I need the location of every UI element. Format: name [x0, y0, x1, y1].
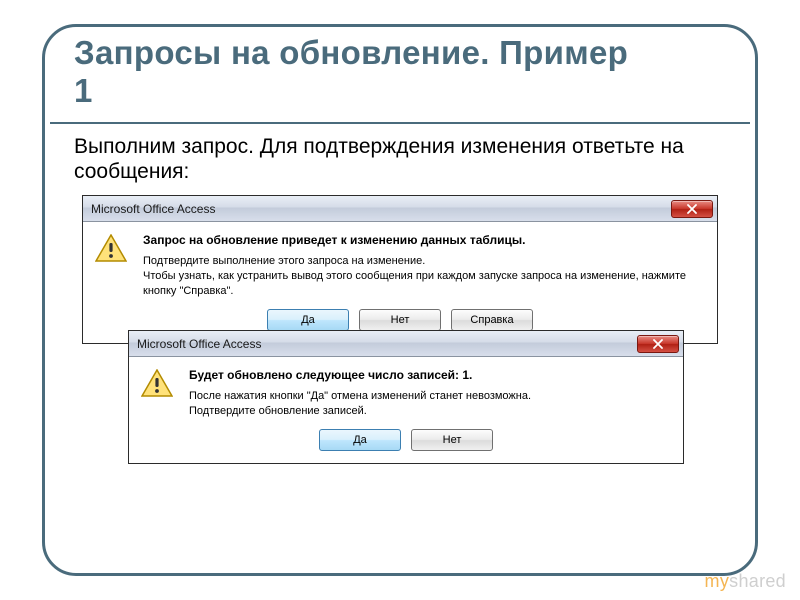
- title-wrap: Запросы на обновление. Пример 1: [74, 34, 634, 110]
- dialog-2-body: Будет обновлено следующее число записей:…: [129, 357, 683, 423]
- watermark-rest: shared: [729, 571, 786, 591]
- dialog-2-title: Microsoft Office Access: [137, 337, 637, 351]
- dialog-2-message: Будет обновлено следующее число записей:…: [189, 367, 671, 419]
- dialog-1-message: Запрос на обновление приведет к изменени…: [143, 232, 705, 299]
- dialog-1-line-2: Чтобы узнать, как устранить вывод этого …: [143, 269, 705, 299]
- dialog-1-line-1: Подтвердите выполнение этого запроса на …: [143, 254, 705, 269]
- dialog-2-titlebar: Microsoft Office Access: [129, 331, 683, 357]
- close-button[interactable]: [671, 200, 713, 218]
- dialog-1-body: Запрос на обновление приведет к изменени…: [83, 222, 717, 303]
- warning-icon: [95, 234, 127, 262]
- yes-button[interactable]: Да: [319, 429, 401, 451]
- close-icon: [687, 204, 697, 214]
- yes-button[interactable]: Да: [267, 309, 349, 331]
- close-icon: [653, 339, 663, 349]
- dialog-1-titlebar: Microsoft Office Access: [83, 196, 717, 222]
- slide-body-text: Выполним запрос. Для подтверждения измен…: [74, 134, 694, 184]
- warning-icon: [141, 369, 173, 397]
- no-button[interactable]: Нет: [359, 309, 441, 331]
- dialog-1-title: Microsoft Office Access: [91, 202, 671, 216]
- dialog-2-buttons: Да Нет: [129, 423, 683, 463]
- slide: Запросы на обновление. Пример 1 Выполним…: [0, 0, 800, 600]
- no-button[interactable]: Нет: [411, 429, 493, 451]
- horizontal-rule: [50, 122, 750, 124]
- dialog-1-heading: Запрос на обновление приведет к изменени…: [143, 232, 705, 248]
- help-button[interactable]: Справка: [451, 309, 533, 331]
- close-button[interactable]: [637, 335, 679, 353]
- dialog-2-heading: Будет обновлено следующее число записей:…: [189, 367, 671, 383]
- dialog-1-icon-cell: [95, 232, 131, 299]
- dialog-2: Microsoft Office Access Будет обновлено …: [128, 330, 684, 464]
- dialog-2-icon-cell: [141, 367, 177, 419]
- dialog-1: Microsoft Office Access Запрос на обновл…: [82, 195, 718, 344]
- watermark-prefix: my: [705, 571, 730, 591]
- slide-title: Запросы на обновление. Пример 1: [74, 34, 634, 110]
- dialog-2-line-1: После нажатия кнопки "Да" отмена изменен…: [189, 389, 671, 404]
- watermark: myshared: [705, 571, 786, 592]
- dialog-2-line-2: Подтвердите обновление записей.: [189, 404, 671, 419]
